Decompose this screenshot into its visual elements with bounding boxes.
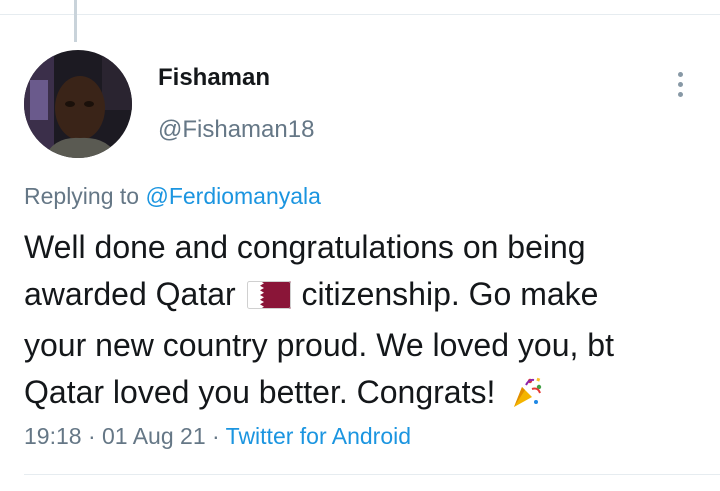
tweet-text-segment: Qatar loved you better. Congrats!: [24, 374, 496, 410]
replying-to-label: Replying to: [24, 183, 140, 209]
display-name[interactable]: Fishaman: [158, 64, 270, 92]
tweet-time: 19:18: [24, 423, 82, 449]
tweet-text-line: Qatar loved you better. Congrats!: [24, 369, 704, 422]
user-handle[interactable]: @Fishaman18: [158, 116, 314, 144]
replying-to-mention[interactable]: @Ferdiomanyala: [145, 183, 320, 209]
meta-separator: ·: [87, 423, 96, 449]
avatar[interactable]: [24, 50, 132, 158]
replying-to-line: Replying to @Ferdiomanyala: [24, 183, 321, 210]
qatar-flag-icon: [246, 275, 291, 322]
tweet-text-segment: citizenship. Go make: [301, 276, 599, 312]
bottom-divider: [24, 474, 720, 475]
more-vertical-icon[interactable]: [668, 64, 692, 104]
tweet-text-line: awarded Qatar citizenship. Go make: [24, 271, 704, 322]
tweet-meta: 19:18 · 01 Aug 21 · Twitter for Android: [24, 423, 411, 450]
tweet-date: 01 Aug 21: [102, 423, 206, 449]
meta-separator: ·: [212, 423, 220, 449]
tweet-source-link[interactable]: Twitter for Android: [226, 423, 411, 449]
top-divider: [0, 14, 720, 15]
tweet-text: Well done and congratulations on being a…: [24, 224, 704, 422]
tweet-text-line: Well done and congratulations on being: [24, 229, 586, 265]
tweet-text-segment: awarded Qatar: [24, 276, 236, 312]
thread-connector-line: [74, 0, 77, 42]
tweet-text-line: your new country proud. We loved you, bt: [24, 327, 614, 363]
party-popper-icon: [510, 375, 544, 422]
